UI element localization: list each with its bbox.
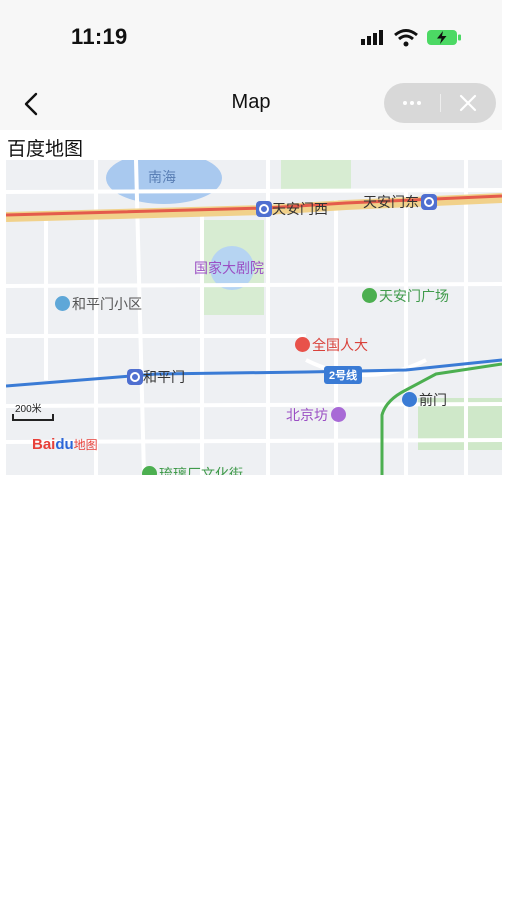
signal-icon bbox=[361, 30, 383, 45]
status-icons bbox=[361, 27, 471, 49]
landmark-icon bbox=[362, 288, 377, 303]
map-label-tiananmen-dong[interactable]: 天安门东 bbox=[363, 194, 437, 210]
metro-line-badge: 2号线 bbox=[324, 366, 363, 384]
map-heading: 百度地图 bbox=[7, 139, 84, 160]
battery-charging-icon bbox=[427, 30, 461, 45]
metro-station-icon bbox=[256, 201, 272, 217]
miniapp-capsule bbox=[384, 83, 496, 123]
map-view[interactable]: 南海 天安门西 天安门东 国家大剧院 天安门广场 和平门小区 全国人大 和平门 … bbox=[6, 160, 502, 475]
shopping-icon bbox=[331, 407, 346, 422]
nav-bar: Map bbox=[0, 76, 502, 130]
scale-label: 200米 bbox=[15, 404, 42, 415]
map-label-nanhai: 南海 bbox=[148, 169, 176, 185]
map-label-tiananmen-xi[interactable]: 天安门西 bbox=[256, 201, 328, 217]
park-area bbox=[281, 160, 351, 190]
residential-icon bbox=[55, 296, 70, 311]
close-button[interactable] bbox=[441, 83, 496, 123]
baidu-logo: Baidu地图 bbox=[32, 436, 98, 453]
status-time: 11:19 bbox=[71, 24, 128, 49]
metro-station-icon bbox=[421, 194, 437, 210]
more-button[interactable] bbox=[384, 83, 440, 123]
map-label-hepingmen-district[interactable]: 和平门小区 bbox=[55, 296, 142, 312]
map-label-npc[interactable]: 全国人大 bbox=[295, 337, 368, 353]
star-landmark-icon bbox=[295, 337, 310, 352]
map-label-bottom-partial[interactable]: 琉璃厂文化街 bbox=[142, 466, 243, 475]
close-icon bbox=[459, 94, 477, 112]
wifi-icon bbox=[394, 29, 418, 47]
transfer-station-icon bbox=[402, 392, 417, 407]
map-label-grand-theatre[interactable]: 国家大剧院 bbox=[194, 260, 264, 276]
metro-station-icon bbox=[127, 369, 143, 385]
more-dots-icon bbox=[403, 101, 421, 105]
map-label-tiananmen-square[interactable]: 天安门广场 bbox=[362, 288, 449, 304]
scale-bar bbox=[12, 414, 54, 421]
map-label-qianmen[interactable]: 前门 bbox=[402, 392, 447, 408]
baidu-paw-icon: du bbox=[55, 436, 74, 453]
map-label-beijingfang[interactable]: 北京坊 bbox=[286, 407, 348, 423]
map-label-hepingmen[interactable]: 和平门 bbox=[127, 369, 185, 385]
landmark-icon bbox=[142, 466, 157, 475]
status-bar: 11:19 bbox=[0, 0, 502, 76]
